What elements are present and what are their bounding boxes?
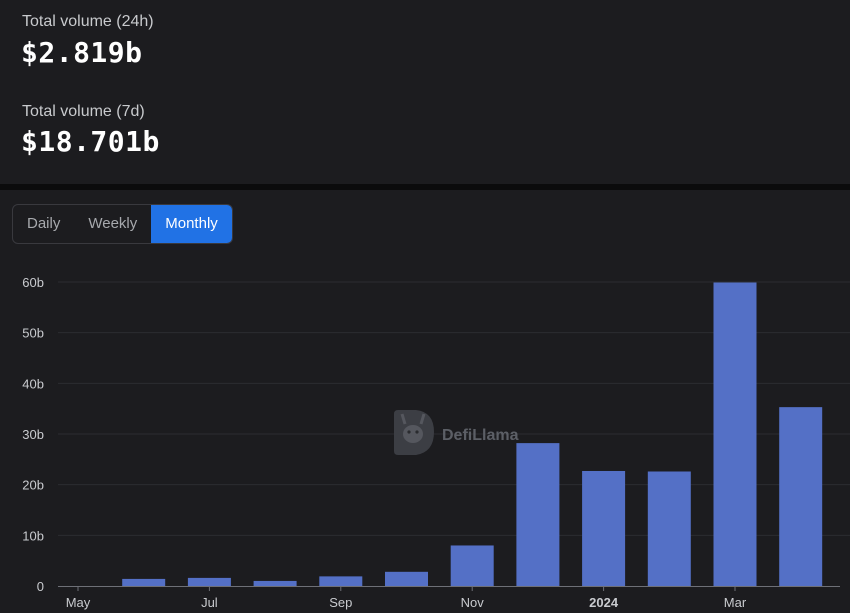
bar-2023-08[interactable] (253, 580, 297, 586)
x-tick-label: 2024 (589, 595, 619, 610)
bar-2023-11[interactable] (450, 545, 494, 586)
y-tick-label: 60b (22, 275, 44, 290)
y-tick-label: 40b (22, 376, 44, 391)
x-tick-label: Jul (201, 595, 218, 610)
bar-2023-12[interactable] (516, 443, 560, 586)
y-tick-label: 10b (22, 528, 44, 543)
bar-2024-01[interactable] (582, 470, 626, 586)
x-tick-label: Mar (724, 595, 747, 610)
bar-2024-04[interactable] (779, 407, 823, 586)
bar-2023-09[interactable] (319, 576, 363, 586)
y-tick-label: 0 (37, 579, 44, 594)
bar-2023-10[interactable] (385, 571, 428, 586)
y-tick-label: 30b (22, 427, 44, 442)
x-tick-label: Sep (329, 595, 352, 610)
bar-2024-02[interactable] (647, 471, 691, 586)
llama-logo-icon (394, 410, 434, 455)
x-tick-label: May (66, 595, 91, 610)
x-tick-label: Nov (461, 595, 485, 610)
bar-2024-03[interactable] (713, 282, 757, 586)
y-tick-label: 20b (22, 478, 44, 493)
volume-bar-chart: DefiLlama 0 10b 20b 30b 40b 50b 60b May Jul Sep No… (22, 275, 850, 610)
bar-2023-06[interactable] (122, 578, 166, 586)
defillama-watermark: DefiLlama (394, 410, 519, 455)
bar-2023-07[interactable] (187, 577, 231, 586)
y-tick-label: 50b (22, 326, 44, 341)
watermark-text: DefiLlama (442, 427, 519, 444)
